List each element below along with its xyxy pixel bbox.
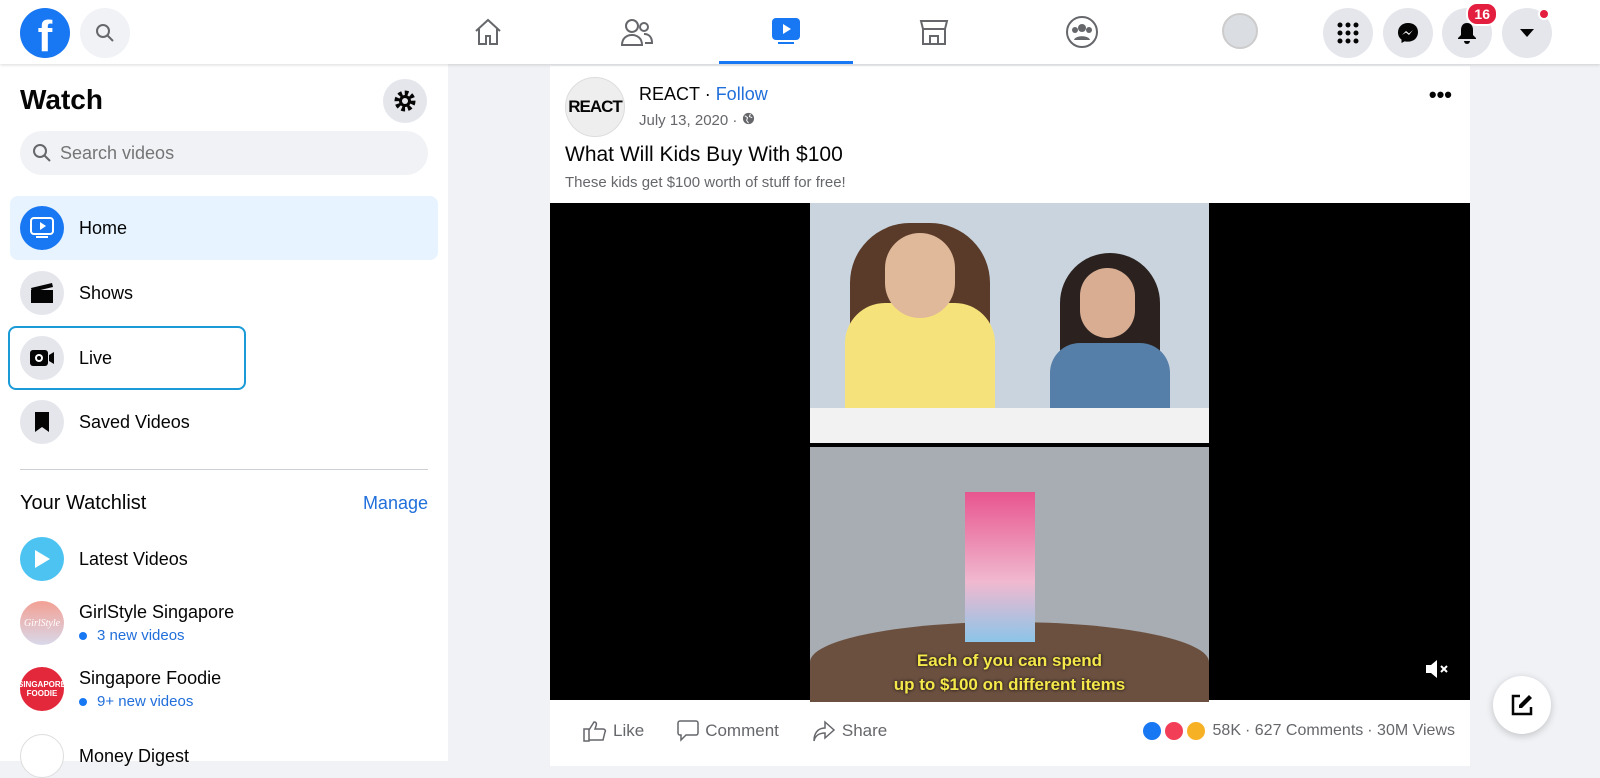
reaction-count: 58K bbox=[1212, 722, 1241, 739]
like-label: Like bbox=[613, 721, 645, 740]
like-reaction-icon bbox=[1140, 720, 1163, 742]
menu-button[interactable] bbox=[1323, 8, 1373, 58]
watchlist-latest-videos[interactable]: Latest Videos bbox=[20, 537, 188, 581]
notification-badge: 16 bbox=[1466, 2, 1498, 26]
sidebar-item-live[interactable]: Live bbox=[8, 326, 246, 390]
view-count: · 30M Views bbox=[1367, 722, 1455, 739]
sidebar-item-home[interactable]: Home bbox=[10, 196, 438, 260]
post-actions: Like Comment Share 58K · 627 Comments · … bbox=[550, 706, 1470, 756]
like-button[interactable]: Like bbox=[583, 720, 644, 742]
watchlist-channel[interactable]: SINGAPORE FOODIE Singapore Foodie 9+ new v… bbox=[18, 667, 222, 711]
globe-icon bbox=[742, 112, 754, 125]
watchlist-channel[interactable]: Money Digest bbox=[20, 734, 189, 778]
new-message-button[interactable] bbox=[1493, 676, 1551, 734]
comment-count[interactable]: · 627 Comments bbox=[1245, 722, 1363, 740]
gear-icon bbox=[394, 90, 416, 112]
new-videos-count: 9+ new videos bbox=[79, 693, 221, 710]
watch-icon bbox=[772, 17, 800, 44]
clapper-icon bbox=[31, 283, 53, 303]
post-date[interactable]: July 13, 2020 · bbox=[639, 112, 742, 129]
top-bar: f 16 bbox=[0, 0, 1600, 64]
account-alert-dot bbox=[1538, 8, 1550, 20]
post-subtitle: These kids get $100 worth of stuff for f… bbox=[565, 174, 846, 191]
page-name[interactable]: REACT bbox=[639, 84, 700, 104]
search-icon bbox=[96, 24, 114, 42]
share-icon bbox=[813, 720, 836, 742]
haha-reaction-icon bbox=[1184, 720, 1207, 742]
search-videos-field[interactable] bbox=[20, 131, 428, 175]
video-caption: Each of you can spend bbox=[916, 651, 1103, 670]
comment-label: Comment bbox=[705, 721, 779, 740]
watch-sidebar: Watch Home Shows Live Saved Videos Your … bbox=[0, 64, 448, 778]
channel-name: Latest Videos bbox=[79, 548, 188, 569]
bookmark-icon bbox=[35, 412, 49, 432]
new-videos-count: 3 new videos bbox=[79, 627, 234, 644]
search-icon bbox=[33, 144, 51, 162]
messenger-icon bbox=[1398, 23, 1418, 43]
comment-icon bbox=[677, 720, 699, 742]
live-camera-icon bbox=[30, 350, 54, 366]
nav-watch[interactable] bbox=[719, 0, 853, 64]
sidebar-title: Watch bbox=[20, 84, 103, 115]
post-title: What Will Kids Buy With $100 bbox=[565, 143, 843, 166]
love-reaction-icon bbox=[1162, 720, 1185, 742]
divider bbox=[20, 469, 428, 470]
share-button[interactable]: Share bbox=[812, 720, 887, 742]
video-post: REACT REACT · Follow July 13, 2020 · •••… bbox=[550, 66, 1470, 766]
grid-menu-icon bbox=[1337, 22, 1359, 44]
nav-friends[interactable] bbox=[570, 0, 704, 64]
settings-button[interactable] bbox=[383, 79, 427, 123]
channel-name: Money Digest bbox=[79, 745, 190, 766]
notifications-button[interactable]: 16 bbox=[1442, 2, 1498, 58]
sidebar-item-label: Live bbox=[79, 347, 113, 368]
video-player[interactable]: Each of you can spend up to $100 on diff… bbox=[550, 203, 1470, 702]
messenger-button[interactable] bbox=[1383, 8, 1433, 58]
facebook-logo[interactable]: f bbox=[20, 8, 70, 58]
sidebar-item-label: Home bbox=[79, 217, 128, 238]
mute-button[interactable] bbox=[1424, 657, 1450, 686]
share-label: Share bbox=[841, 721, 888, 740]
search-videos-input[interactable] bbox=[60, 142, 400, 164]
channel-name: GirlStyle Singapore bbox=[79, 602, 235, 622]
profile-avatar[interactable] bbox=[1222, 13, 1258, 49]
marketplace-icon bbox=[919, 20, 949, 45]
friends-icon bbox=[620, 19, 654, 46]
video-frame-top bbox=[810, 203, 1209, 443]
sidebar-item-saved-videos[interactable]: Saved Videos bbox=[10, 390, 438, 454]
nav-home[interactable] bbox=[421, 0, 555, 64]
account-button[interactable] bbox=[1502, 8, 1552, 58]
caret-down-icon bbox=[1520, 29, 1534, 37]
sidebar-item-shows[interactable]: Shows bbox=[10, 261, 438, 325]
muted-speaker-icon bbox=[1426, 660, 1448, 678]
groups-icon bbox=[1066, 16, 1098, 48]
compose-icon bbox=[1511, 694, 1533, 716]
home-icon bbox=[475, 18, 501, 45]
watchlist-channel[interactable]: GirlStyle GirlStyle Singapore 3 new videos bbox=[20, 601, 234, 645]
manage-watchlist-link[interactable]: Manage bbox=[363, 493, 428, 514]
comment-button[interactable]: Comment bbox=[677, 720, 779, 742]
video-caption: up to $100 on different items bbox=[893, 675, 1126, 694]
thumbs-up-icon bbox=[583, 721, 607, 742]
sidebar-item-label: Saved Videos bbox=[79, 411, 190, 432]
post-stats[interactable]: 58K · 627 Comments · 30M Views bbox=[1140, 720, 1455, 742]
nav-groups[interactable] bbox=[1015, 0, 1149, 64]
watchlist-title: Your Watchlist bbox=[20, 492, 147, 514]
channel-avatar bbox=[20, 734, 64, 778]
sidebar-item-label: Shows bbox=[79, 282, 134, 303]
page-avatar[interactable]: REACT bbox=[565, 77, 625, 137]
channel-avatar: SINGAPORE FOODIE bbox=[18, 667, 66, 711]
channel-name: Singapore Foodie bbox=[79, 668, 222, 688]
search-button[interactable] bbox=[80, 8, 130, 58]
more-options-button[interactable]: ••• bbox=[1429, 82, 1452, 108]
follow-button[interactable]: Follow bbox=[716, 84, 768, 104]
nav-marketplace[interactable] bbox=[867, 0, 1001, 64]
watch-icon bbox=[30, 217, 54, 238]
play-icon bbox=[35, 550, 50, 568]
channel-avatar: GirlStyle bbox=[20, 601, 64, 645]
